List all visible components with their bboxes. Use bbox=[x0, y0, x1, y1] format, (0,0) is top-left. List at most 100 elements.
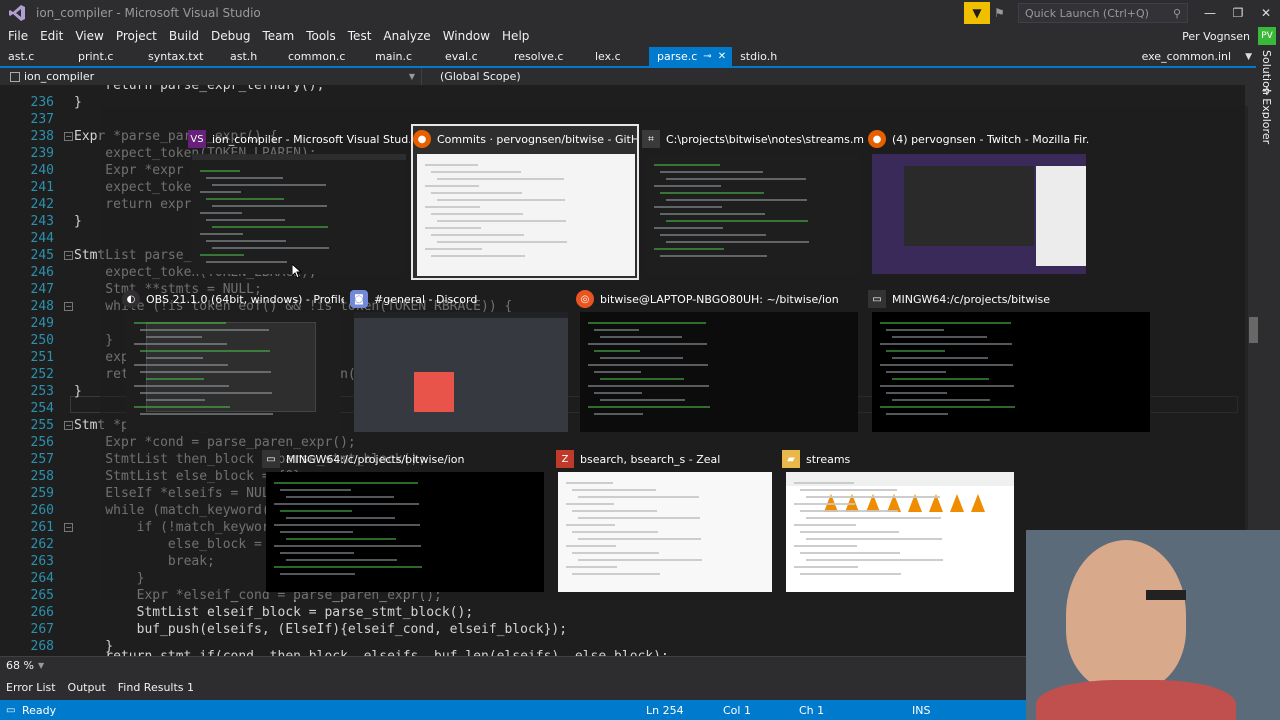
menu-window[interactable]: Window bbox=[437, 26, 496, 46]
tab-ast-c[interactable]: ast.c bbox=[0, 47, 70, 67]
tab-syntax-txt[interactable]: syntax.txt bbox=[140, 47, 222, 67]
maximize-button[interactable]: ❐ bbox=[1224, 0, 1252, 26]
menu-edit[interactable]: Edit bbox=[34, 26, 69, 46]
thumbnail-text-line bbox=[600, 378, 684, 380]
window-thumbnail bbox=[558, 472, 772, 592]
tab-ast-h[interactable]: ast.h bbox=[222, 47, 280, 67]
menu-view[interactable]: View bbox=[69, 26, 109, 46]
thumbnail-text-line bbox=[140, 392, 272, 394]
menu-tools[interactable]: Tools bbox=[300, 26, 342, 46]
tab-common-c[interactable]: common.c bbox=[280, 47, 367, 67]
switcher-item-visual-studio[interactable]: VS ion_compiler - Microsoft Visual Stud..… bbox=[188, 126, 410, 278]
thumbnail-text-line bbox=[594, 329, 639, 331]
switcher-item-vscode[interactable]: ⌗ C:\projects\bitwise\notes\streams.m... bbox=[642, 126, 864, 278]
tab-lex-c[interactable]: lex.c bbox=[587, 47, 649, 67]
menu-team[interactable]: Team bbox=[256, 26, 300, 46]
menu-file[interactable]: File bbox=[2, 26, 34, 46]
scrollbar-thumb[interactable] bbox=[1249, 317, 1258, 343]
menu-help[interactable]: Help bbox=[496, 26, 535, 46]
tab-eval-c[interactable]: eval.c bbox=[437, 47, 506, 67]
tab-main-c[interactable]: main.c bbox=[367, 47, 437, 67]
webcam-feed bbox=[1026, 530, 1280, 720]
zoom-level[interactable]: 68 % bbox=[6, 659, 34, 672]
switcher-item-discord[interactable]: ◙ #general - Discord bbox=[350, 286, 572, 438]
pin-icon[interactable]: ⊸ bbox=[703, 47, 711, 67]
line-number: 250 bbox=[30, 333, 54, 348]
thumbnail-text-line bbox=[140, 413, 273, 415]
code-line-partial-bottom: return stmt_if(cond, then_block, elseifs… bbox=[74, 648, 669, 656]
line-number: 252 bbox=[30, 367, 54, 382]
thumbnail-text-line bbox=[212, 184, 326, 186]
thumbnail-text-line bbox=[200, 254, 244, 256]
line-number: 242 bbox=[30, 197, 54, 212]
fold-toggle-icon[interactable]: − bbox=[64, 523, 73, 532]
switcher-item-github[interactable]: ● Commits · pervognsen/bitwise - GitH... bbox=[411, 124, 639, 280]
thumbnail-text-line bbox=[280, 573, 355, 575]
switcher-title: MINGW64:/c/projects/bitwise/ion bbox=[286, 452, 465, 466]
avatar[interactable]: PV bbox=[1258, 27, 1276, 45]
code-line: } bbox=[74, 639, 114, 654]
switcher-item-ubuntu[interactable]: ◎ bitwise@LAPTOP-NBGO80UH: ~/bitwise/ion bbox=[576, 286, 860, 438]
thumbnail-text-line bbox=[892, 336, 987, 338]
menu-project[interactable]: Project bbox=[110, 26, 163, 46]
visual-studio-icon: VS bbox=[188, 130, 206, 148]
menu-analyze[interactable]: Analyze bbox=[377, 26, 436, 46]
user-name[interactable]: Per Vognsen bbox=[1182, 30, 1250, 43]
menu-debug[interactable]: Debug bbox=[205, 26, 256, 46]
switcher-title: (4) pervognsen - Twitch - Mozilla Fir... bbox=[892, 132, 1090, 146]
fold-toggle-icon[interactable]: − bbox=[64, 302, 73, 311]
switcher-item-obs[interactable]: ◐ OBS 21.1.0 (64bit, windows) - Profile:.… bbox=[122, 286, 344, 438]
thumbnail-text-line bbox=[654, 227, 723, 229]
switcher-item-folder[interactable]: ▰ streams bbox=[782, 446, 1016, 598]
tab-print-c[interactable]: print.c bbox=[70, 47, 140, 67]
fold-toggle-icon[interactable]: − bbox=[64, 421, 73, 430]
thumbnail-text-line bbox=[572, 510, 657, 512]
window-thumbnail bbox=[126, 312, 340, 432]
tab-list-dropdown-icon[interactable]: ▼ bbox=[1245, 52, 1252, 62]
send-feedback-icon[interactable]: ⚑ bbox=[994, 6, 1012, 20]
thumbnail-text-line bbox=[886, 350, 945, 352]
close-window-button[interactable]: ✕ bbox=[1252, 0, 1280, 26]
fold-toggle-icon[interactable]: − bbox=[64, 251, 73, 260]
close-icon[interactable]: ✕ bbox=[718, 47, 726, 67]
vlc-cone-icon bbox=[971, 494, 985, 512]
thumbnail-text-line bbox=[140, 329, 269, 331]
thumbnail-text-line bbox=[660, 213, 765, 215]
line-number: 260 bbox=[30, 503, 54, 518]
switcher-item-zeal[interactable]: Zbsearch, bsearch_s - Zeal bbox=[556, 446, 774, 598]
tab-stdio-h[interactable]: stdio.h bbox=[732, 47, 802, 67]
thumbnail-text-line bbox=[800, 489, 897, 491]
thumbnail-text-line bbox=[280, 489, 351, 491]
tab-parse-c[interactable]: parse.c ⊸ ✕ bbox=[649, 47, 733, 67]
switcher-item-twitch[interactable]: ● (4) pervognsen - Twitch - Mozilla Fir..… bbox=[868, 126, 1090, 278]
tab-error-list[interactable]: Error List bbox=[6, 681, 56, 694]
quick-launch-input[interactable]: Quick Launch (Ctrl+Q) ⚲ bbox=[1018, 3, 1188, 23]
thumbnail-text-line bbox=[880, 406, 1015, 408]
window-thumbnail bbox=[417, 154, 635, 276]
switcher-title: ion_compiler - Microsoft Visual Stud... bbox=[212, 132, 410, 146]
tab-output[interactable]: Output bbox=[68, 681, 106, 694]
chevron-down-icon[interactable]: ▼ bbox=[38, 661, 44, 670]
feedback-filter-icon[interactable]: ▼ bbox=[964, 2, 990, 24]
thumbnail-text-line bbox=[206, 177, 283, 179]
switcher-item-mingw-ion[interactable]: ▭ MINGW64:/c/projects/bitwise/ion bbox=[262, 446, 546, 598]
thumbnail-text-line bbox=[206, 219, 285, 221]
minimize-button[interactable]: — bbox=[1196, 0, 1224, 26]
switcher-item-mingw[interactable]: ▭ MINGW64:/c/projects/bitwise bbox=[868, 286, 1152, 438]
terminal-icon: ▭ bbox=[262, 450, 280, 468]
tab-exe-common-inl[interactable]: exe_common.inl bbox=[1142, 50, 1232, 63]
split-editor-icon[interactable]: ✛ bbox=[1262, 84, 1272, 98]
tab-find-results[interactable]: Find Results 1 bbox=[118, 681, 194, 694]
line-number: 255 bbox=[30, 418, 54, 433]
thumbnail-text-line bbox=[588, 406, 710, 408]
line-number: 241 bbox=[30, 180, 54, 195]
tab-resolve-c[interactable]: resolve.c bbox=[506, 47, 587, 67]
menu-build[interactable]: Build bbox=[163, 26, 205, 46]
thumbnail-text-line bbox=[134, 385, 229, 387]
menu-test[interactable]: Test bbox=[342, 26, 378, 46]
fold-toggle-icon[interactable]: − bbox=[64, 132, 73, 141]
thumbnail-text-line bbox=[206, 261, 287, 263]
scope-dropdown[interactable]: (Global Scope) bbox=[432, 68, 832, 85]
project-dropdown[interactable]: ion_compiler ▼ bbox=[4, 68, 422, 85]
line-number: 266 bbox=[30, 605, 54, 620]
